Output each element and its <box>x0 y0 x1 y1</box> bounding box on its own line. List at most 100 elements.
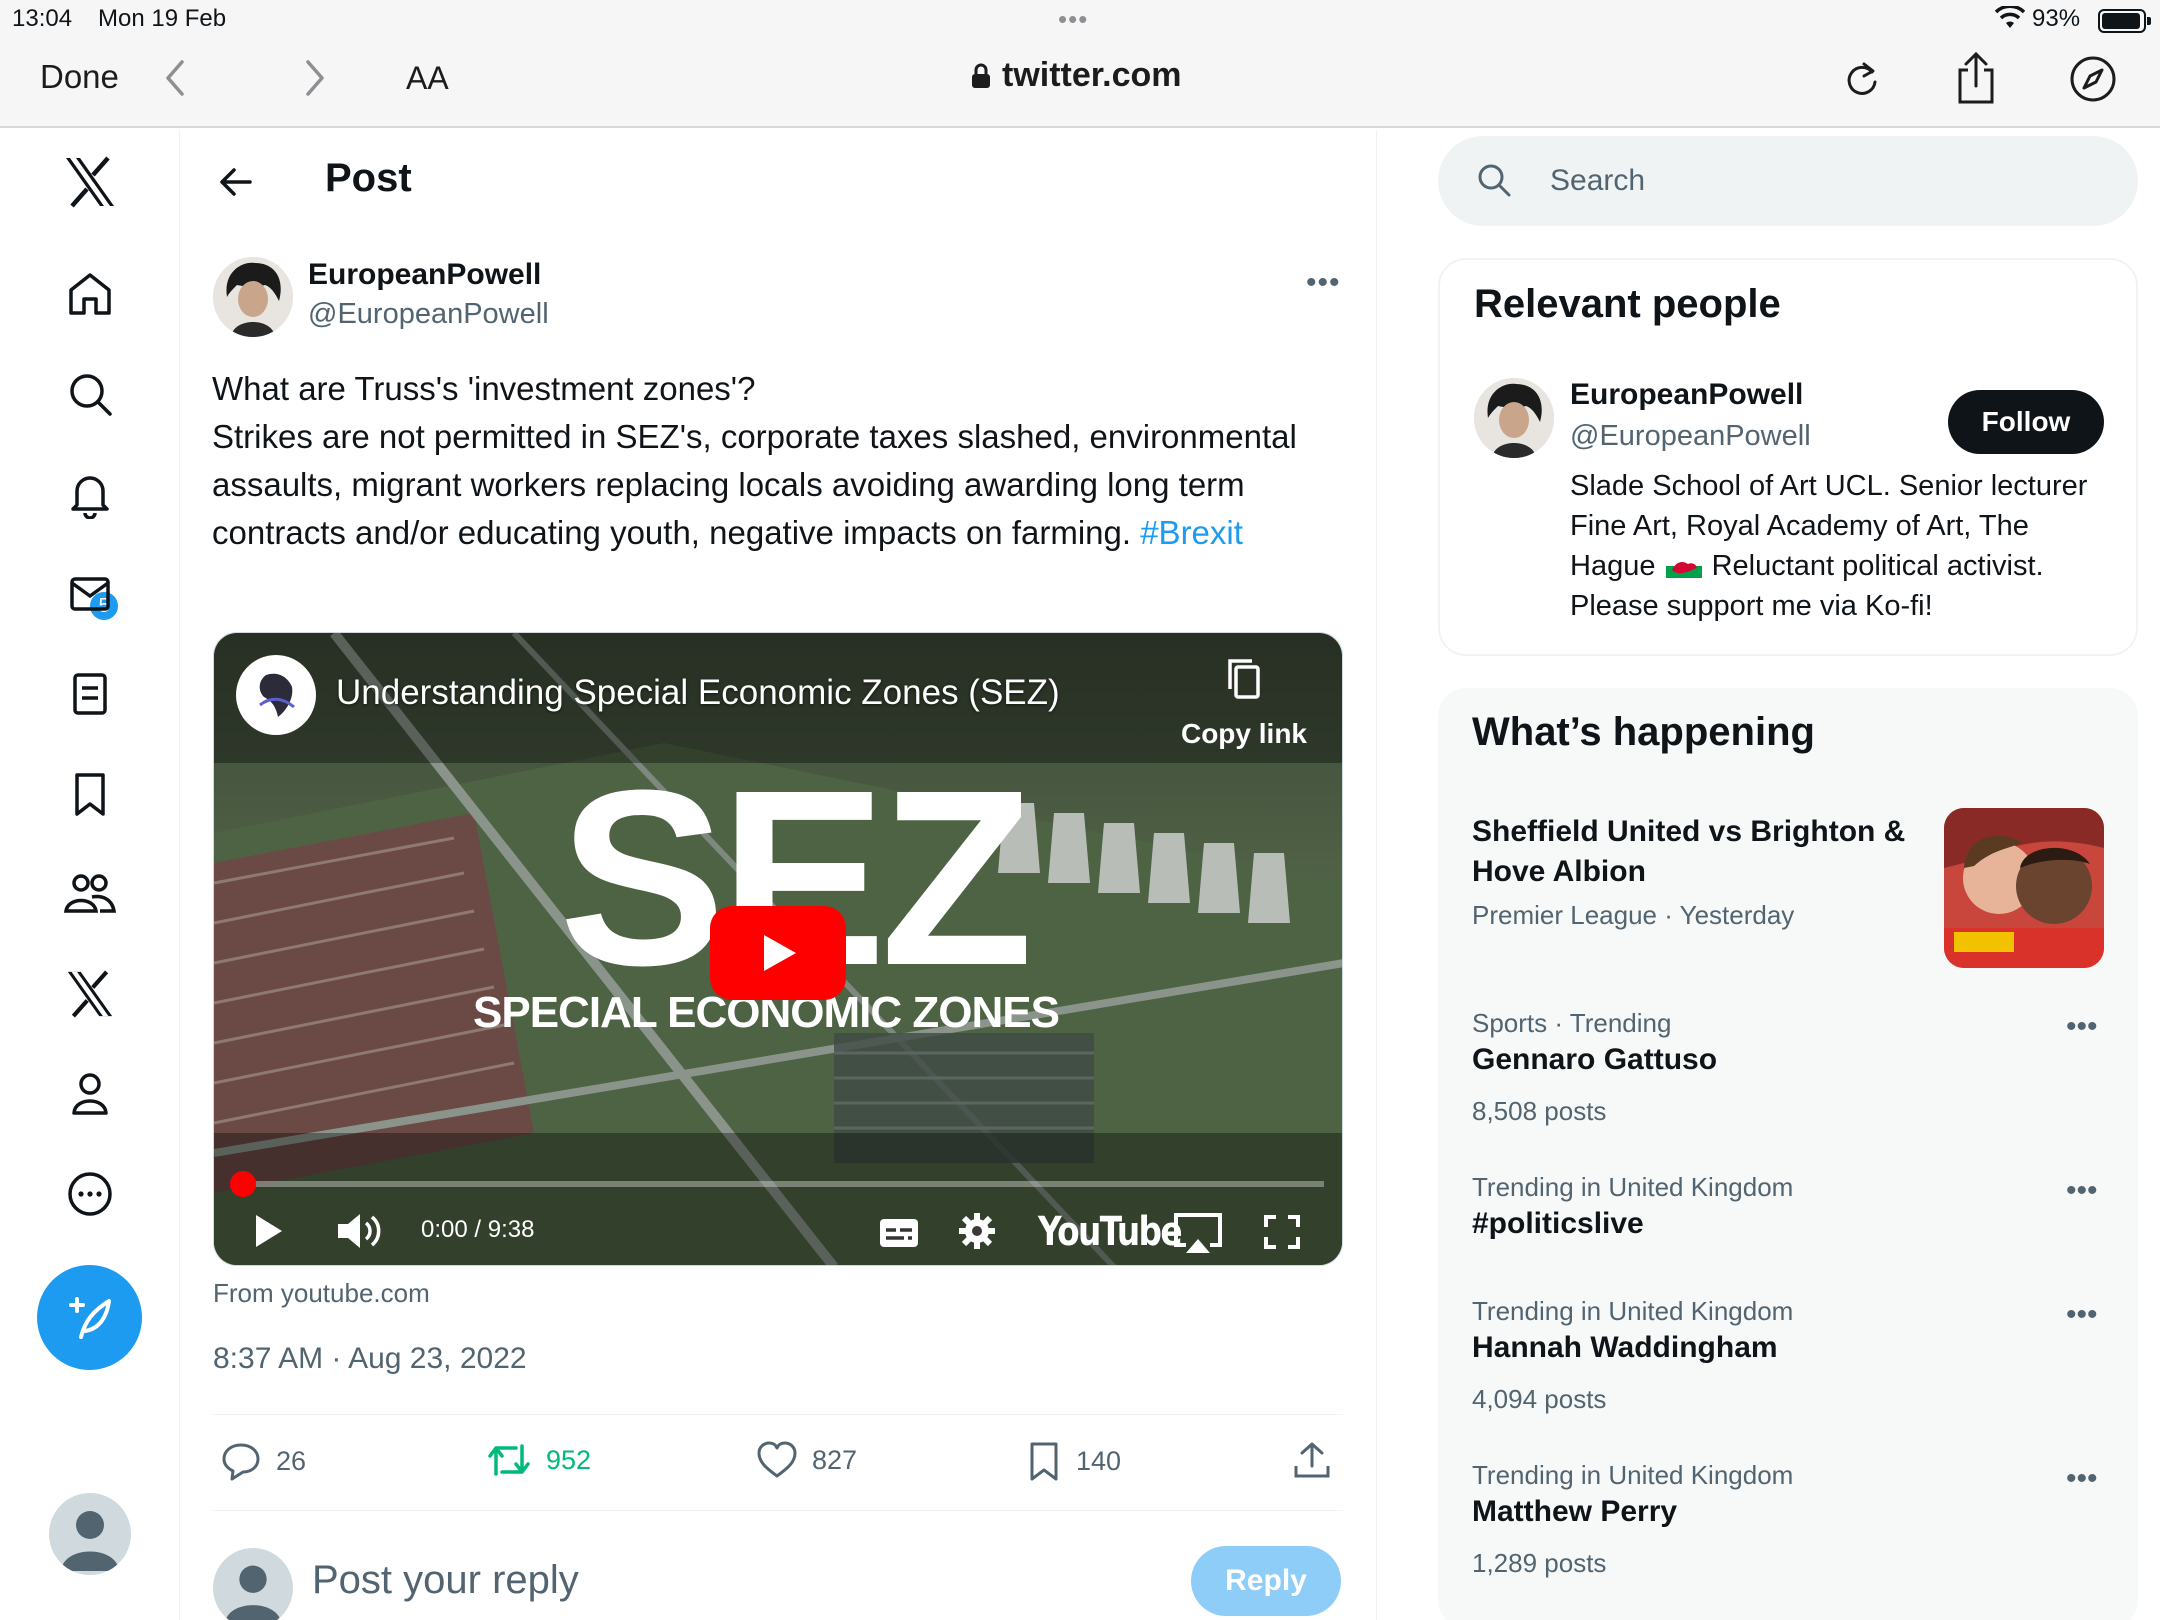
trend-post-count: 8,508 posts <box>1472 1096 1607 1126</box>
settings-gear-icon[interactable] <box>957 1211 997 1256</box>
relevant-person-name[interactable]: EuropeanPowell <box>1570 378 1803 412</box>
featured-trend-name: Sheffield United vs Brighton & Hove Albi… <box>1472 815 1906 888</box>
embedded-video[interactable]: Understanding Special Economic Zones (SE… <box>213 632 1343 1266</box>
wifi-icon <box>1994 4 2026 37</box>
youtube-play-button[interactable] <box>710 906 846 1000</box>
battery-icon <box>2098 9 2151 33</box>
browser-toolbar: Done AA twitter.com <box>0 38 2160 128</box>
volume-icon[interactable] <box>334 1209 386 1258</box>
trend-category: Sports · Trending <box>1472 1008 1672 1038</box>
play-control-icon[interactable] <box>250 1211 286 1256</box>
whats-happening-card: What’s happening Sheffield United vs Bri… <box>1438 688 2138 1620</box>
reply-user-avatar <box>213 1548 293 1620</box>
reply-input[interactable]: Post your reply <box>312 1558 579 1603</box>
account-avatar[interactable] <box>49 1493 131 1575</box>
trend-category: Trending in United Kingdom <box>1472 1172 1794 1202</box>
trend-name: Matthew Perry <box>1472 1495 1678 1528</box>
notifications-bell-icon[interactable] <box>58 462 122 526</box>
address-bar[interactable]: twitter.com <box>970 56 1181 95</box>
multitasking-dots-icon[interactable]: ••• <box>1058 4 1088 35</box>
heart-icon <box>757 1441 797 1478</box>
status-date: Mon 19 Feb <box>98 5 227 32</box>
trend-category: Trending in United Kingdom <box>1472 1460 1794 1490</box>
bookmark-count: 140 <box>1076 1445 1122 1476</box>
post-more-options-icon[interactable]: ••• <box>1306 266 1341 300</box>
copy-link-button[interactable]: Copy link <box>1174 657 1314 750</box>
reply-bubble-icon <box>222 1443 260 1481</box>
trend-category: Trending in United Kingdom <box>1472 1296 1794 1326</box>
trend-more-icon[interactable]: ••• <box>2066 1298 2098 1332</box>
trend-name: Gennaro Gattuso <box>1472 1043 1718 1076</box>
done-button[interactable]: Done <box>40 58 119 96</box>
author-name[interactable]: EuropeanPowell <box>308 258 541 292</box>
trend-name: Hannah Waddingham <box>1472 1331 1778 1364</box>
airplay-icon[interactable] <box>1172 1211 1224 1260</box>
browser-back-icon[interactable] <box>160 56 190 105</box>
communities-icon[interactable] <box>58 862 122 926</box>
page-title: Post <box>325 156 412 200</box>
follow-button[interactable]: Follow <box>1948 390 2104 454</box>
back-arrow-icon[interactable] <box>216 162 256 207</box>
browser-forward-icon[interactable] <box>300 56 330 105</box>
author-handle[interactable]: @EuropeanPowell <box>308 298 549 331</box>
url-text: twitter.com <box>1002 56 1182 94</box>
youtube-logo[interactable]: YouTube <box>1038 1209 1183 1255</box>
post-body: What are Truss's 'investment zones'? Str… <box>212 370 1297 551</box>
divider <box>213 1414 1343 1415</box>
video-controls: 0:00 / 9:38 YouTube <box>214 1203 1342 1265</box>
author-avatar[interactable] <box>213 257 293 337</box>
trend-more-icon[interactable]: ••• <box>2066 1010 2098 1044</box>
trend-more-icon[interactable]: ••• <box>2066 1462 2098 1496</box>
battery-percentage: 93% <box>2032 5 2081 32</box>
video-progress-bar[interactable] <box>230 1171 1324 1197</box>
trend-post-count: 1,289 posts <box>1472 1548 1607 1578</box>
lock-icon <box>972 63 990 88</box>
search-input[interactable] <box>1550 158 2110 204</box>
video-time: 0:00 / 9:38 <box>421 1216 535 1243</box>
reply-action[interactable]: 26 <box>220 1440 306 1482</box>
post-timestamp[interactable]: 8:37 AM · Aug 23, 2022 <box>213 1342 527 1376</box>
search-bar[interactable] <box>1438 136 2138 226</box>
share-icon[interactable] <box>1954 50 1998 111</box>
trend-more-icon[interactable]: ••• <box>2066 1174 2098 1208</box>
bookmarks-icon[interactable] <box>58 762 122 826</box>
copy-icon <box>1228 659 1260 699</box>
reload-icon[interactable] <box>1842 58 1882 107</box>
profile-icon[interactable] <box>58 1062 122 1126</box>
bookmark-icon <box>1030 1442 1058 1481</box>
search-icon <box>1476 162 1512 203</box>
featured-trend-meta: Premier League · Yesterday <box>1472 900 1795 930</box>
hashtag-link[interactable]: #Brexit <box>1140 514 1243 551</box>
x-logo-icon[interactable] <box>58 150 122 214</box>
text-size-button[interactable]: AA <box>406 60 449 97</box>
reply-button[interactable]: Reply <box>1191 1546 1341 1616</box>
home-icon[interactable] <box>58 262 122 326</box>
premium-x-icon[interactable] <box>58 962 122 1026</box>
relevant-person-handle[interactable]: @EuropeanPowell <box>1570 420 1811 453</box>
messages-envelope-icon[interactable] <box>58 562 122 626</box>
retweet-action[interactable]: 952 <box>486 1440 591 1480</box>
copy-link-label: Copy link <box>1180 718 1307 749</box>
main-column: Post EuropeanPowell @EuropeanPowell ••• … <box>180 130 1377 1620</box>
reply-count: 26 <box>276 1445 307 1476</box>
link-source[interactable]: From youtube.com <box>213 1278 430 1309</box>
captions-icon[interactable] <box>878 1217 920 1254</box>
post-text: What are Truss's 'investment zones'? Str… <box>212 365 1352 557</box>
channel-logo[interactable] <box>236 655 316 735</box>
fullscreen-icon[interactable] <box>1262 1213 1302 1256</box>
progress-scrubber[interactable] <box>230 1171 256 1197</box>
wales-flag-icon <box>1665 554 1702 578</box>
share-action[interactable] <box>1292 1440 1332 1480</box>
bookmark-action[interactable]: 140 <box>1026 1440 1121 1482</box>
compass-icon[interactable] <box>2068 54 2118 109</box>
compose-post-button[interactable] <box>37 1265 142 1370</box>
relevant-person-avatar[interactable] <box>1474 378 1554 458</box>
like-action[interactable]: 827 <box>756 1440 857 1480</box>
explore-search-icon[interactable] <box>58 362 122 426</box>
video-title[interactable]: Understanding Special Economic Zones (SE… <box>336 673 1060 713</box>
status-time: 13:04 <box>12 5 73 32</box>
more-options-icon[interactable] <box>58 1162 122 1226</box>
relevant-people-title: Relevant people <box>1474 282 1781 326</box>
lists-icon[interactable] <box>58 662 122 726</box>
status-bar: 13:04 Mon 19 Feb ••• 93% <box>0 0 2160 38</box>
